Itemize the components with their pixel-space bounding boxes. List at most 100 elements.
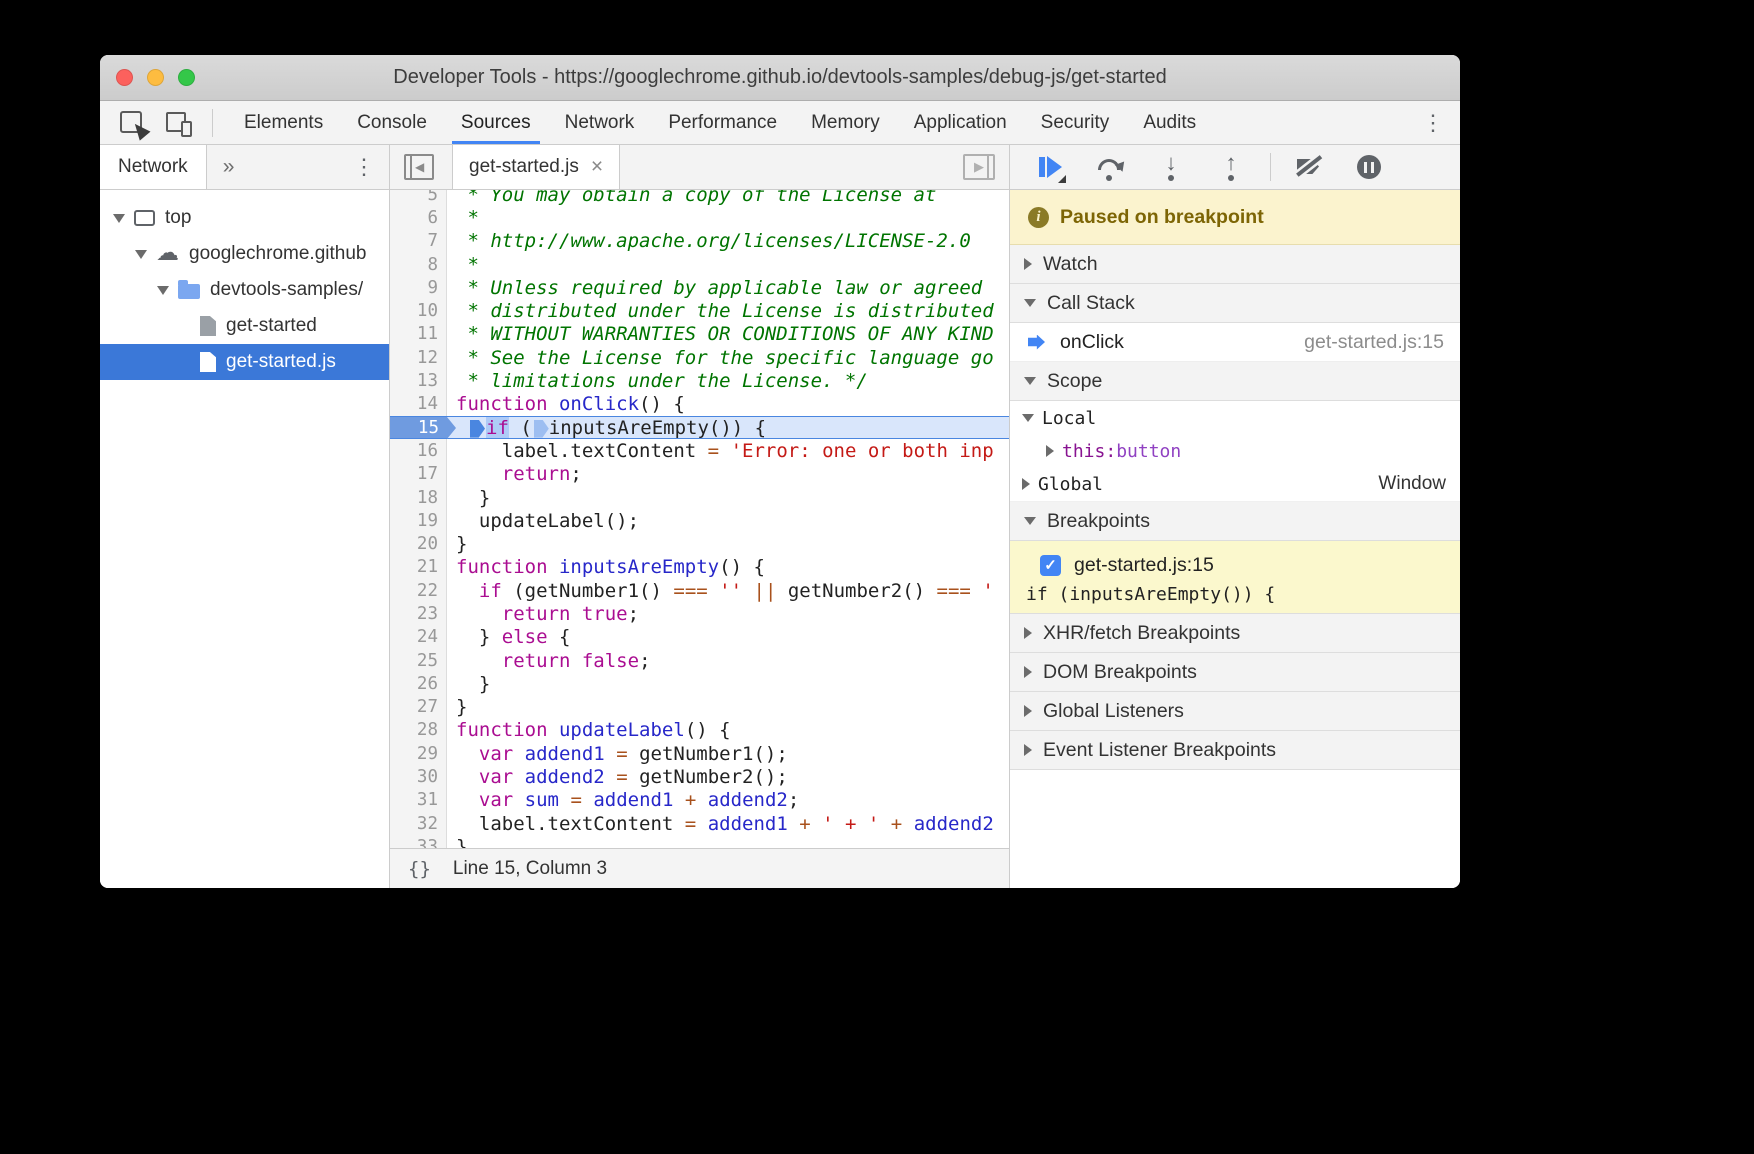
code-line-17[interactable]: 17 return;: [390, 463, 1009, 486]
line-number[interactable]: 9: [390, 276, 447, 299]
code-line-24[interactable]: 24 } else {: [390, 626, 1009, 649]
line-number[interactable]: 16: [390, 439, 447, 462]
code-line-27[interactable]: 27}: [390, 696, 1009, 719]
line-number[interactable]: 32: [390, 812, 447, 835]
breakpoint-checkbox[interactable]: ✓: [1040, 555, 1061, 576]
deactivate-breakpoints-icon[interactable]: [1295, 153, 1325, 181]
code-line-23[interactable]: 23 return true;: [390, 602, 1009, 625]
line-number[interactable]: 14: [390, 393, 447, 416]
code-line-19[interactable]: 19 updateLabel();: [390, 509, 1009, 532]
code-line-7[interactable]: 7 * http://www.apache.org/licenses/LICEN…: [390, 230, 1009, 253]
line-number[interactable]: 15: [390, 417, 447, 438]
line-number[interactable]: 30: [390, 765, 447, 788]
code-line-13[interactable]: 13 * limitations under the License. */: [390, 369, 1009, 392]
section-global-listeners[interactable]: Global Listeners: [1010, 692, 1460, 731]
code-line-28[interactable]: 28function updateLabel() {: [390, 719, 1009, 742]
line-number[interactable]: 20: [390, 532, 447, 555]
line-number[interactable]: 33: [390, 835, 447, 848]
call-stack-frame[interactable]: onClick get-started.js:15: [1010, 323, 1460, 362]
section-scope[interactable]: Scope: [1010, 362, 1460, 401]
line-number[interactable]: 27: [390, 696, 447, 719]
code-line-15[interactable]: 15if (inputsAreEmpty()) {: [390, 416, 1009, 439]
code-line-10[interactable]: 10 * distributed under the License is di…: [390, 299, 1009, 322]
code-line-12[interactable]: 12 * See the License for the specific la…: [390, 346, 1009, 369]
step-into-icon[interactable]: ↓: [1156, 153, 1186, 181]
code-line-22[interactable]: 22 if (getNumber1() === '' || getNumber2…: [390, 579, 1009, 602]
tree-item-get-started[interactable]: get-started: [100, 308, 389, 344]
line-number[interactable]: 13: [390, 369, 447, 392]
tree-item-top[interactable]: top: [100, 200, 389, 236]
tab-network[interactable]: Network: [548, 101, 652, 144]
line-number[interactable]: 23: [390, 602, 447, 625]
tree-item-googlechrome-github[interactable]: ☁googlechrome.github: [100, 236, 389, 272]
code-line-25[interactable]: 25 return false;: [390, 649, 1009, 672]
line-number[interactable]: 31: [390, 789, 447, 812]
section-breakpoints[interactable]: Breakpoints: [1010, 502, 1460, 541]
scope-this-entry[interactable]: this: button: [1010, 435, 1460, 467]
line-number[interactable]: 26: [390, 672, 447, 695]
line-number[interactable]: 21: [390, 556, 447, 579]
line-number[interactable]: 5: [390, 190, 447, 206]
code-line-11[interactable]: 11 * WITHOUT WARRANTIES OR CONDITIONS OF…: [390, 323, 1009, 346]
line-number[interactable]: 18: [390, 486, 447, 509]
resume-script-icon[interactable]: [1036, 153, 1066, 181]
code-line-18[interactable]: 18 }: [390, 486, 1009, 509]
line-number[interactable]: 10: [390, 299, 447, 322]
hide-navigator-icon[interactable]: ◀: [404, 154, 434, 180]
device-toolbar-icon[interactable]: [164, 109, 194, 137]
line-number[interactable]: 25: [390, 649, 447, 672]
tab-memory[interactable]: Memory: [794, 101, 897, 144]
navigator-kebab-menu-icon[interactable]: ⋮: [337, 154, 389, 180]
code-line-9[interactable]: 9 * Unless required by applicable law or…: [390, 276, 1009, 299]
close-window-button[interactable]: [116, 69, 133, 86]
code-line-14[interactable]: 14function onClick() {: [390, 393, 1009, 416]
tab-elements[interactable]: Elements: [227, 101, 340, 144]
step-out-icon[interactable]: ↑: [1216, 153, 1246, 181]
section-call-stack[interactable]: Call Stack: [1010, 284, 1460, 323]
tree-item-devtools-samples-[interactable]: devtools-samples/: [100, 272, 389, 308]
code-line-8[interactable]: 8 *: [390, 253, 1009, 276]
line-number[interactable]: 28: [390, 719, 447, 742]
devtools-kebab-menu-icon[interactable]: ⋮: [1406, 110, 1460, 136]
inspect-element-icon[interactable]: [118, 109, 148, 137]
pretty-print-icon[interactable]: {}: [408, 858, 431, 880]
tab-application[interactable]: Application: [897, 101, 1024, 144]
section-dom-breakpoints[interactable]: DOM Breakpoints: [1010, 653, 1460, 692]
code-line-16[interactable]: 16 label.textContent = 'Error: one or bo…: [390, 439, 1009, 462]
line-number[interactable]: 6: [390, 206, 447, 229]
pause-on-exceptions-icon[interactable]: [1355, 153, 1385, 181]
line-number[interactable]: 8: [390, 253, 447, 276]
file-tab[interactable]: get-started.js ×: [452, 145, 620, 189]
section-event-listener-breakpoints[interactable]: Event Listener Breakpoints: [1010, 731, 1460, 770]
code-line-20[interactable]: 20}: [390, 532, 1009, 555]
section-xhr-fetch-breakpoints[interactable]: XHR/fetch Breakpoints: [1010, 614, 1460, 653]
code-line-30[interactable]: 30 var addend2 = getNumber2();: [390, 765, 1009, 788]
code-line-5[interactable]: 5 * You may obtain a copy of the License…: [390, 190, 1009, 206]
code-line-6[interactable]: 6 *: [390, 206, 1009, 229]
section-watch[interactable]: Watch: [1010, 245, 1460, 284]
code-line-33[interactable]: 33}: [390, 835, 1009, 848]
sidebar-tab-network[interactable]: Network: [100, 145, 207, 189]
tab-security[interactable]: Security: [1024, 101, 1127, 144]
line-number[interactable]: 22: [390, 579, 447, 602]
step-over-icon[interactable]: [1096, 153, 1126, 181]
scope-local[interactable]: Local: [1010, 401, 1460, 435]
minimize-window-button[interactable]: [147, 69, 164, 86]
code-line-21[interactable]: 21function inputsAreEmpty() {: [390, 556, 1009, 579]
line-number[interactable]: 19: [390, 509, 447, 532]
tab-performance[interactable]: Performance: [651, 101, 794, 144]
line-number[interactable]: 24: [390, 626, 447, 649]
close-tab-icon[interactable]: ×: [591, 155, 603, 179]
code-editor[interactable]: 5 * You may obtain a copy of the License…: [390, 190, 1009, 848]
line-number[interactable]: 29: [390, 742, 447, 765]
scope-global[interactable]: Global Window: [1010, 467, 1460, 502]
code-line-26[interactable]: 26 }: [390, 672, 1009, 695]
show-preview-icon[interactable]: ▶: [963, 154, 995, 180]
zoom-window-button[interactable]: [178, 69, 195, 86]
line-number[interactable]: 12: [390, 346, 447, 369]
tab-sources[interactable]: Sources: [444, 101, 548, 144]
more-tabs-icon[interactable]: »: [223, 155, 235, 179]
code-line-32[interactable]: 32 label.textContent = addend1 + ' + ' +…: [390, 812, 1009, 835]
tree-item-get-started-js[interactable]: get-started.js: [100, 344, 389, 380]
tab-console[interactable]: Console: [340, 101, 444, 144]
